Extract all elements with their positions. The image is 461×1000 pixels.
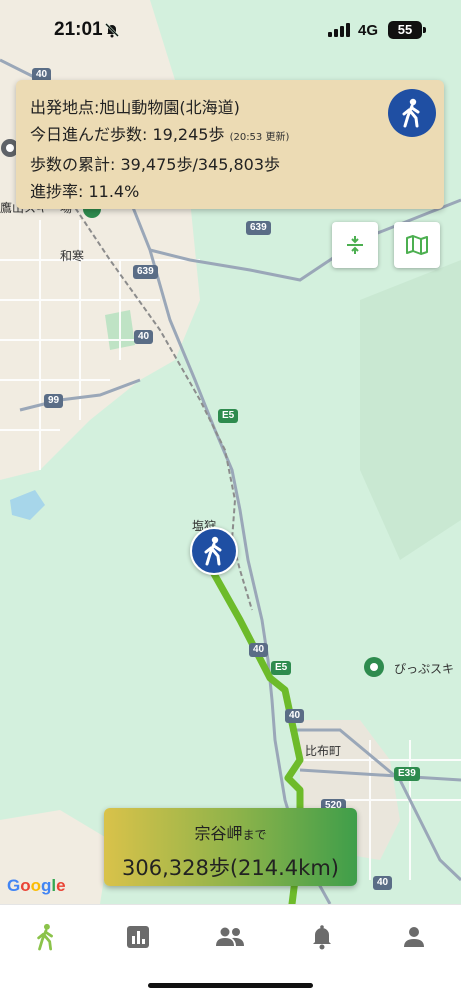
google-logo-letter: g [41,876,52,895]
tab-walk[interactable] [26,919,66,955]
compress-route-button[interactable] [332,222,378,268]
bell-off-icon [105,23,119,38]
road-shield-40: 40 [285,709,305,723]
road-shield-639: 639 [246,221,271,235]
walk-icon [37,923,53,951]
current-position-marker[interactable] [190,527,238,575]
person-icon [404,927,424,947]
place-label-pippu: ぴっぷスキ [394,662,455,676]
walk-icon [402,98,420,128]
road-shield-40: 40 [249,643,269,657]
network-type: 4G [358,22,379,39]
total-steps: 歩数の累計: 39,475歩/345,803歩 [30,155,281,174]
signal-icon [328,23,350,37]
walk-mode-button[interactable] [388,89,436,137]
goal-destination-name: 宗谷岬 [194,824,243,843]
tab-profile[interactable] [394,919,434,955]
status-time: 21:01 [54,19,103,40]
bell-icon [313,925,331,950]
road-shield-99: 99 [44,394,64,408]
goal-destination: 宗谷岬まで [104,820,357,844]
progress-info-card[interactable]: 出発地点:旭山動物園(北海道) 今日進んだ歩数: 19,245歩 (20:53 … [16,80,444,209]
road-shield-e5: E5 [271,661,292,675]
people-icon [216,927,244,946]
tab-stats[interactable] [118,919,158,955]
road-shield-40: 40 [373,876,393,890]
road-shield-639: 639 [133,265,158,279]
compress-vertical-icon [347,236,363,254]
today-steps: 今日進んだ歩数: 19,245歩 (20:53 更新) [30,121,430,151]
road-shield-e5: E5 [218,409,239,423]
google-logo-letter: o [20,876,31,895]
map-icon [406,235,428,255]
home-indicator [148,983,313,988]
goal-distance-card[interactable]: 宗谷岬まで 306,328歩(214.4km) [104,808,357,886]
place-label-biei-town: 比布町 [305,744,342,758]
google-logo-letter: e [56,876,66,895]
goal-destination-suffix: まで [242,828,267,842]
google-logo-letter: o [30,876,42,895]
status-bar: 21:01 4G 55 [0,0,461,62]
today-updated-time: (20:53 更新) [229,132,290,143]
google-logo: Google [7,876,66,896]
map-type-button[interactable] [394,222,440,268]
start-point: 出発地点:旭山動物園(北海道) [30,98,240,117]
chart-icon [127,926,149,948]
progress-rate: 進捗率: 11.4% [30,182,140,201]
road-shield-40: 40 [134,330,154,344]
battery-nub [423,27,426,33]
walk-icon [204,536,222,566]
google-logo-letter: G [7,876,21,895]
goal-remaining: 306,328歩(214.4km) [122,856,339,880]
today-steps-label: 今日進んだ歩数: 19,245歩 [30,125,225,144]
road-shield-e39: E39 [394,767,420,781]
tab-friends[interactable] [210,919,250,955]
tab-notifications[interactable] [302,919,342,955]
battery-icon: 55 [388,21,422,39]
place-label-wassamu: 和寒 [60,249,85,263]
